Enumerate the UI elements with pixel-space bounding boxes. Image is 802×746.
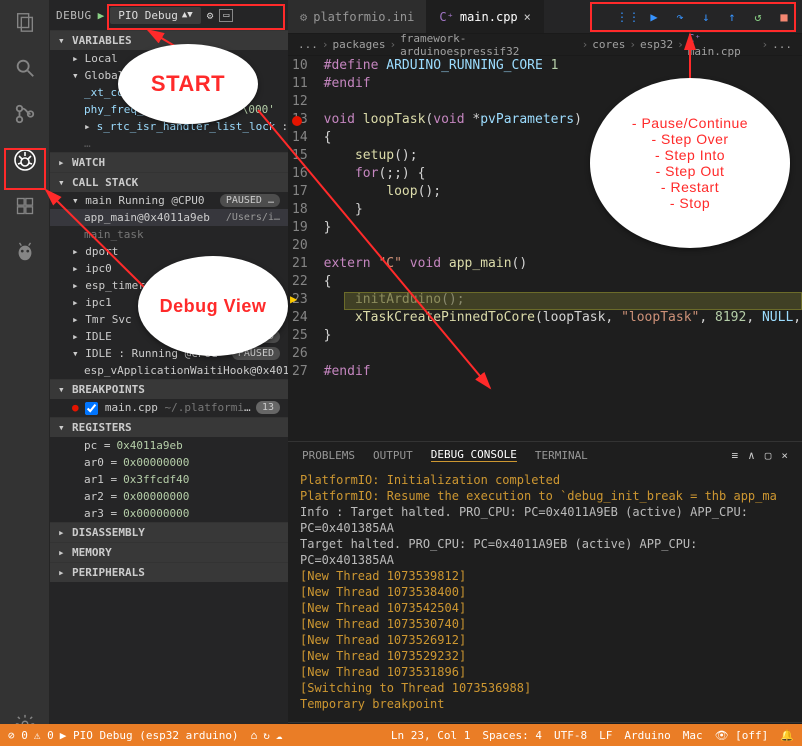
debug-console-output[interactable]: PlatformIO: Initialization completedPlat…: [288, 468, 802, 722]
toolbar-grip-icon[interactable]: ⋮⋮: [616, 5, 640, 29]
status-item[interactable]: Spaces: 4: [482, 729, 542, 742]
step-out-button[interactable]: ↑: [720, 5, 744, 29]
watch-header[interactable]: ▸WATCH: [50, 153, 288, 172]
status-icon[interactable]: ☁: [276, 729, 283, 742]
step-into-button[interactable]: ↓: [694, 5, 718, 29]
console-line: [New Thread 1073538400]: [300, 584, 790, 600]
console-line: Target halted. PRO_CPU: PC=0x4011A9EB (a…: [300, 536, 790, 568]
breakpoint-checkbox[interactable]: [85, 402, 98, 415]
search-icon[interactable]: [11, 54, 39, 82]
breadcrumb-item[interactable]: ...: [298, 38, 318, 51]
stop-button[interactable]: ■: [772, 5, 796, 29]
stack-frame[interactable]: esp_vApplicationWaitiHook@0x4013: [50, 362, 288, 379]
panel-tab[interactable]: PROBLEMS: [302, 449, 355, 462]
register-row[interactable]: pc = 0x4011a9eb: [50, 437, 288, 454]
stack-frame[interactable]: main_task: [50, 226, 288, 243]
status-icon[interactable]: ↻: [263, 729, 270, 742]
debug-console-toggle-icon[interactable]: ▭: [219, 9, 233, 22]
tab-bar: ⚙platformio.iniC⁺main.cpp× ⋮⋮ ▶ ↷ ↓ ↑ ↺ …: [288, 0, 802, 34]
console-line: Info : Target halted. PRO_CPU: PC=0x4011…: [300, 504, 790, 536]
breadcrumb-item[interactable]: framework-arduinoespressif32: [400, 32, 578, 58]
current-line-marker: ▶: [290, 292, 297, 306]
console-line: [New Thread 1073531896]: [300, 664, 790, 680]
status-item[interactable]: Ln 23, Col 1: [391, 729, 470, 742]
status-item[interactable]: Arduino: [624, 729, 670, 742]
console-line: [New Thread 1073526912]: [300, 632, 790, 648]
peripherals-header[interactable]: ▸PERIPHERALS: [50, 563, 288, 582]
memory-header[interactable]: ▸MEMORY: [50, 543, 288, 562]
callstack-header[interactable]: ▾CALL STACK: [50, 173, 288, 192]
platformio-icon[interactable]: [11, 238, 39, 266]
breadcrumb-item[interactable]: esp32: [640, 38, 673, 51]
debug-settings-gear-icon[interactable]: ⚙: [207, 9, 214, 22]
panel-tabs: PROBLEMS OUTPUT DEBUG CONSOLE TERMINAL ≡ ∧ ▢ ×: [288, 442, 802, 468]
debug-icon[interactable]: [11, 146, 39, 174]
debug-toolbar: ⋮⋮ ▶ ↷ ↓ ↑ ↺ ■: [610, 0, 802, 33]
breakpoint-marker[interactable]: [292, 116, 302, 126]
status-item[interactable]: UTF-8: [554, 729, 587, 742]
callout-start: START: [118, 44, 258, 124]
breakpoints-header[interactable]: ▾BREAKPOINTS: [50, 380, 288, 399]
panel-tab[interactable]: OUTPUT: [373, 449, 413, 462]
explorer-icon[interactable]: [11, 8, 39, 36]
breadcrumb-item[interactable]: cores: [592, 38, 625, 51]
status-item[interactable]: ⚠ 0: [34, 729, 54, 742]
breadcrumb-item[interactable]: ...: [772, 38, 792, 51]
registers-header[interactable]: ▾REGISTERS: [50, 418, 288, 437]
register-row[interactable]: ar0 = 0x00000000: [50, 454, 288, 471]
console-line: [New Thread 1073529232]: [300, 648, 790, 664]
console-line: PlatformIO: Resume the execution to `deb…: [300, 488, 790, 504]
close-panel-icon[interactable]: ×: [781, 449, 788, 462]
status-item[interactable]: LF: [599, 729, 612, 742]
panel-tab[interactable]: TERMINAL: [535, 449, 588, 462]
debug-config-select[interactable]: PIO Debug ▲▼: [110, 7, 200, 24]
console-line: [Switching to Thread 1073536988]: [300, 680, 790, 696]
stack-frame[interactable]: app_main@0x4011a9eb/Users/i…: [50, 209, 288, 226]
console-line: [New Thread 1073530740]: [300, 616, 790, 632]
maximize-icon[interactable]: ▢: [765, 449, 772, 462]
status-icon[interactable]: ⌂: [251, 729, 258, 742]
thread-row[interactable]: ▸ dport: [50, 243, 288, 260]
console-line: PlatformIO: Initialization completed: [300, 472, 790, 488]
editor-tab[interactable]: ⚙platformio.ini: [288, 0, 427, 33]
register-row[interactable]: ar1 = 0x3ffcdf40: [50, 471, 288, 488]
thread-row[interactable]: ▾ main Running @CPU0PAUSED …: [50, 192, 288, 209]
bottom-panel: PROBLEMSOUTPUTDEBUG CONSOLETERMINAL≡∧▢× …: [288, 441, 802, 746]
status-item[interactable]: Mac: [683, 729, 703, 742]
extensions-icon[interactable]: [11, 192, 39, 220]
panel-tab[interactable]: DEBUG CONSOLE: [431, 448, 517, 462]
breadcrumb-item[interactable]: C⁺ main.cpp: [688, 32, 758, 58]
status-item[interactable]: ⊘ 0: [8, 729, 28, 742]
register-row[interactable]: ar3 = 0x00000000: [50, 505, 288, 522]
scm-icon[interactable]: [11, 100, 39, 128]
callout-debugview: Debug View: [138, 256, 288, 356]
continue-button[interactable]: ▶: [642, 5, 666, 29]
console-line: [New Thread 1073542504]: [300, 600, 790, 616]
breadcrumbs[interactable]: ...›packages›framework-arduinoespressif3…: [288, 34, 802, 56]
register-row[interactable]: ar2 = 0x00000000: [50, 488, 288, 505]
console-line: Temporary breakpoint: [300, 696, 790, 712]
status-bar: ⊘ 0 ⚠ 0 ▶ PIO Debug (esp32 arduino) ⌂ ↻ ☁ Ln…: [0, 724, 802, 746]
console-line: [New Thread 1073539812]: [300, 568, 790, 584]
filter-icon[interactable]: ≡: [732, 449, 739, 462]
restart-button[interactable]: ↺: [746, 5, 770, 29]
breadcrumb-item[interactable]: packages: [333, 38, 386, 51]
activity-bar: [0, 0, 50, 746]
editor-tab[interactable]: C⁺main.cpp×: [427, 0, 543, 33]
variable-row-truncated: …: [50, 135, 288, 152]
up-icon[interactable]: ∧: [748, 449, 755, 462]
disassembly-header[interactable]: ▸DISASSEMBLY: [50, 523, 288, 542]
status-item[interactable]: ▶ PIO Debug (esp32 arduino): [60, 729, 239, 742]
status-item[interactable]: 🔔: [780, 729, 794, 742]
start-debug-button[interactable]: ▶: [98, 9, 105, 22]
breakpoint-row[interactable]: ● main.cpp ~/.platformio/pa…13: [50, 399, 288, 417]
callout-toolbar: - Pause/Continue - Step Over - Step Into…: [590, 78, 790, 248]
sidebar-title: DEBUG: [56, 9, 92, 22]
step-over-button[interactable]: ↷: [668, 5, 692, 29]
status-item[interactable]: 👁 [off]: [715, 729, 769, 742]
